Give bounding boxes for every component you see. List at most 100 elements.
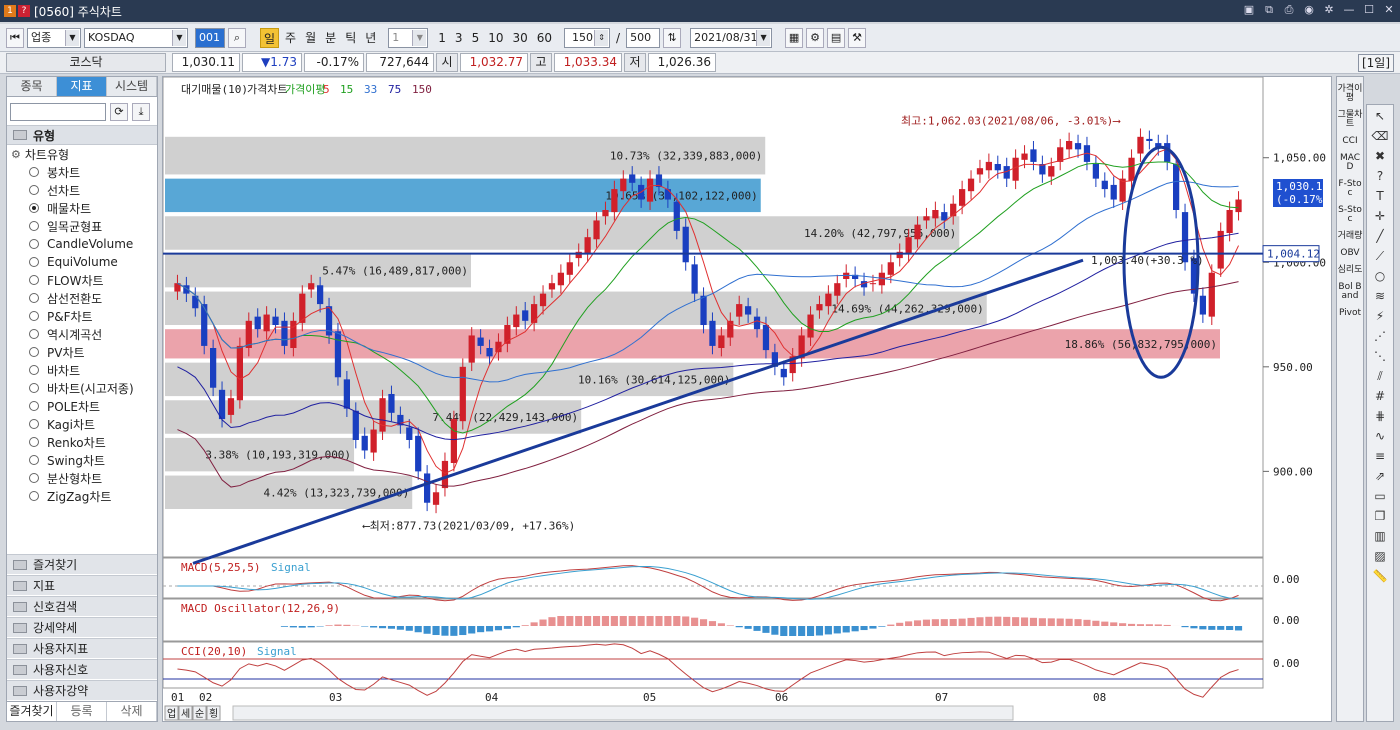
chart-type-option[interactable]: EquiVolume [7, 253, 157, 271]
period-minute[interactable]: 분 [322, 28, 339, 48]
radio-icon[interactable] [29, 383, 39, 393]
quick-count-3[interactable]: 3 [452, 28, 466, 48]
group-user-strength[interactable]: 사용자강약 [7, 680, 157, 700]
quick-count-1[interactable]: 1 [435, 28, 449, 48]
radio-icon[interactable] [29, 401, 39, 411]
stats-icon[interactable]: ▨ [1369, 547, 1391, 565]
adjust-icon[interactable]: ⇅ [663, 27, 682, 48]
chart-type-option[interactable]: POLE차트 [7, 397, 157, 415]
chart-layout-icon[interactable]: ▦ [785, 27, 804, 48]
eraser-icon[interactable]: ⌫ [1369, 127, 1391, 145]
fibonacci-icon[interactable]: ⚡ [1369, 307, 1391, 325]
tree-chart-types[interactable]: ⚙ 차트유형 [7, 145, 157, 163]
radio-icon[interactable] [29, 347, 39, 357]
radio-icon[interactable] [29, 275, 39, 285]
quick-count-30[interactable]: 30 [509, 28, 530, 48]
chart-svg[interactable]: 10.73% (32,339,883,000)10.65% (32,102,12… [162, 76, 1331, 721]
first-icon[interactable]: ⏮ [6, 27, 24, 48]
radio-icon[interactable] [29, 473, 39, 483]
chart-type-option[interactable]: 봉차트 [7, 163, 157, 181]
group-type[interactable]: 유형 [7, 125, 157, 145]
chart-type-option[interactable]: FLOW차트 [7, 271, 157, 289]
group-signal-search[interactable]: 신호검색 [7, 596, 157, 616]
interval-select[interactable]: 1 ▼ [388, 27, 429, 48]
pointer-icon[interactable]: ↖ [1369, 107, 1391, 125]
radio-icon[interactable] [29, 185, 39, 195]
footer-delete[interactable]: 삭제 [107, 702, 157, 721]
chart-type-option[interactable]: 일목균형표 [7, 217, 157, 235]
chart-type-option[interactable]: 바차트(시고저종) [7, 379, 157, 397]
footer-register[interactable]: 등록 [57, 702, 107, 721]
maximize-icon[interactable]: ☐ [1362, 3, 1376, 17]
date-select[interactable]: 2021/08/31 ▼ [690, 27, 773, 48]
radio-icon[interactable] [29, 203, 39, 213]
group-user-signals[interactable]: 사용자신호 [7, 659, 157, 679]
group-favorites[interactable]: 즐겨찾기 [7, 554, 157, 574]
group-indicators[interactable]: 지표 [7, 575, 157, 595]
quick-count-10[interactable]: 10 [485, 28, 506, 48]
symbol-select[interactable]: KOSDAQ ▼ [84, 27, 188, 48]
copy-icon[interactable]: ❐ [1369, 507, 1391, 525]
market-select[interactable]: 업종 ▼ [27, 27, 81, 48]
channel-icon[interactable]: ⫽ [1369, 367, 1391, 385]
period-year[interactable]: 년 [362, 28, 379, 48]
group-strength[interactable]: 강세약세 [7, 617, 157, 637]
quick-indicator[interactable]: Bol Band [1337, 283, 1363, 301]
period-month[interactable]: 월 [302, 28, 319, 48]
chart-type-option[interactable]: CandleVolume [7, 235, 157, 253]
minimize-icon[interactable]: — [1342, 3, 1356, 17]
quick-indicator[interactable]: OBV [1337, 249, 1363, 258]
quick-count-60[interactable]: 60 [534, 28, 555, 48]
radio-icon[interactable] [29, 365, 39, 375]
tab-system[interactable]: 시스템 [107, 77, 157, 96]
print-icon[interactable]: ⎙ [1282, 3, 1296, 17]
chart-type-option[interactable]: PV차트 [7, 343, 157, 361]
footer-favorites[interactable]: 즐겨찾기 [7, 702, 57, 721]
tab-stocks[interactable]: 종목 [7, 77, 57, 96]
quick-indicator[interactable]: Pivot [1337, 309, 1363, 318]
quick-indicator[interactable]: 그물차트 [1337, 111, 1363, 129]
radio-icon[interactable] [29, 293, 39, 303]
close-icon[interactable]: ✕ [1382, 3, 1396, 17]
restore-small-icon[interactable]: ▣ [1242, 3, 1256, 17]
quick-indicator[interactable]: F-Stoc [1337, 180, 1363, 198]
wave-icon[interactable]: ∿ [1369, 427, 1391, 445]
window-icon[interactable]: ▭ [1369, 487, 1391, 505]
chart-type-option[interactable]: 매물차트 [7, 199, 157, 217]
indicator-search-input[interactable] [10, 103, 106, 121]
save-icon[interactable]: ▤ [827, 27, 846, 48]
fan-icon[interactable]: ⋰ [1369, 327, 1391, 345]
chart-type-option[interactable]: P&F차트 [7, 307, 157, 325]
quick-indicator[interactable]: 심리도 [1337, 266, 1363, 275]
tools-icon[interactable]: ⚒ [848, 27, 867, 48]
bar-chart-icon[interactable]: ▥ [1369, 527, 1391, 545]
chart-type-option[interactable]: 분산형차트 [7, 469, 157, 487]
zigzag-icon[interactable]: ≋ [1369, 287, 1391, 305]
radio-icon[interactable] [29, 239, 39, 249]
ray-icon[interactable]: ⟋ [1369, 247, 1391, 265]
camera-icon[interactable]: ◉ [1302, 3, 1316, 17]
radio-icon[interactable] [29, 167, 39, 177]
auto-line-icon[interactable]: ⇗ [1369, 467, 1391, 485]
quick-indicator[interactable]: S-Stoc [1337, 206, 1363, 224]
quick-count-5[interactable]: 5 [469, 28, 483, 48]
line-icon[interactable]: ╱ [1369, 227, 1391, 245]
radio-icon[interactable] [29, 329, 39, 339]
question-icon[interactable]: ? [1369, 167, 1391, 185]
period-tick[interactable]: 틱 [342, 28, 359, 48]
chart-type-option[interactable]: Swing차트 [7, 451, 157, 469]
chart-type-option[interactable]: Renko차트 [7, 433, 157, 451]
circle-icon[interactable]: ○ [1369, 267, 1391, 285]
chart-type-option[interactable]: Kagi차트 [7, 415, 157, 433]
refresh-icon[interactable]: ⟳ [110, 103, 128, 121]
radio-icon[interactable] [29, 491, 39, 501]
max-count-input[interactable]: 500 [626, 27, 661, 48]
tile-icon[interactable]: ⧉ [1262, 3, 1276, 17]
cycle-icon[interactable]: ⋕ [1369, 407, 1391, 425]
search-icon[interactable]: ⌕ [228, 27, 246, 48]
chart-type-option[interactable]: 바차트 [7, 361, 157, 379]
chart-type-option[interactable]: 역시계곡선 [7, 325, 157, 343]
stepper-icon[interactable]: ⇕ [594, 29, 609, 46]
help-icon[interactable]: ? [18, 5, 30, 17]
gann-icon[interactable]: ⋱ [1369, 347, 1391, 365]
